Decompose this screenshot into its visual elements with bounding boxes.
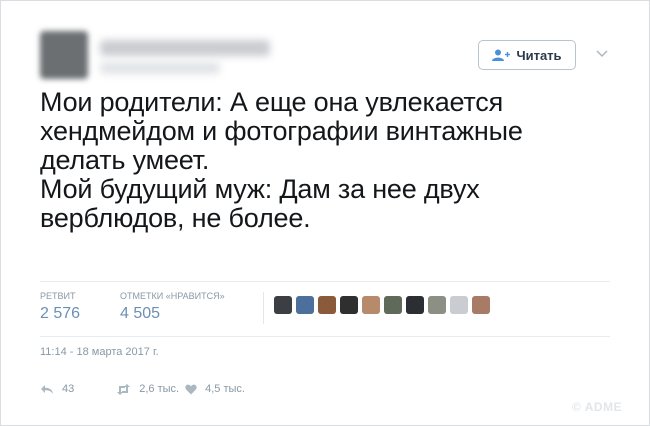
likes-stat[interactable]: ОТМЕТКИ «НРАВИТСЯ» 4 505: [120, 291, 225, 323]
liker-avatar[interactable]: [274, 296, 292, 314]
follow-button-label: Читать: [516, 47, 562, 63]
liker-avatar[interactable]: [340, 296, 358, 314]
retweets-value: 2 576: [40, 305, 81, 322]
liker-avatar[interactable]: [472, 296, 490, 314]
liker-avatar[interactable]: [406, 296, 424, 314]
tweet-line: Мои родители: А еще она увлекается: [40, 87, 504, 117]
follow-button[interactable]: Читать: [478, 40, 576, 70]
divider: [263, 292, 264, 324]
reply-count: 43: [62, 383, 75, 395]
tweet-line: делать умеет.: [40, 145, 210, 175]
retweets-label: РЕТВИТ: [40, 291, 76, 301]
liker-avatar[interactable]: [428, 296, 446, 314]
action-bar: 43 2,6 тыс. 4,5 тыс.: [40, 383, 245, 395]
like-button[interactable]: 4,5 тыс.: [185, 383, 245, 395]
avatar[interactable]: [40, 31, 88, 79]
author-name[interactable]: [100, 40, 270, 56]
retweet-button[interactable]: 2,6 тыс.: [116, 383, 179, 395]
divider: [40, 336, 610, 337]
retweet-count: 2,6 тыс.: [139, 383, 180, 395]
retweet-icon: [117, 383, 131, 395]
chevron-down-icon[interactable]: [595, 49, 609, 59]
liker-avatar[interactable]: [318, 296, 336, 314]
heart-icon: [185, 384, 197, 394]
author-handle[interactable]: [100, 62, 220, 74]
liker-avatar[interactable]: [296, 296, 314, 314]
like-count: 4,5 тыс.: [205, 383, 245, 395]
liker-avatar[interactable]: [384, 296, 402, 314]
likes-value: 4 505: [120, 305, 161, 322]
tweet-line: хендмейдом и фотографии винтажные: [40, 116, 523, 146]
tweet-timestamp[interactable]: 11:14 - 18 марта 2017 г.: [40, 346, 159, 358]
reply-button[interactable]: 43: [40, 383, 74, 395]
liker-avatar[interactable]: [362, 296, 380, 314]
retweets-stat[interactable]: РЕТВИТ 2 576: [40, 291, 80, 323]
add-user-icon: [492, 49, 511, 61]
tweet-line: верблюдов, не более.: [40, 203, 311, 233]
tweet-line: Мой будущий муж: Дам за нее двух: [40, 174, 480, 204]
liker-avatar[interactable]: [450, 296, 468, 314]
tweet-text: Мои родители: А еще она увлекается хендм…: [40, 88, 630, 233]
likers-avatars: [274, 296, 494, 314]
likes-label: ОТМЕТКИ «НРАВИТСЯ»: [120, 291, 225, 301]
reply-icon: [41, 384, 53, 394]
divider: [40, 281, 610, 282]
watermark: © ADME: [572, 400, 623, 414]
